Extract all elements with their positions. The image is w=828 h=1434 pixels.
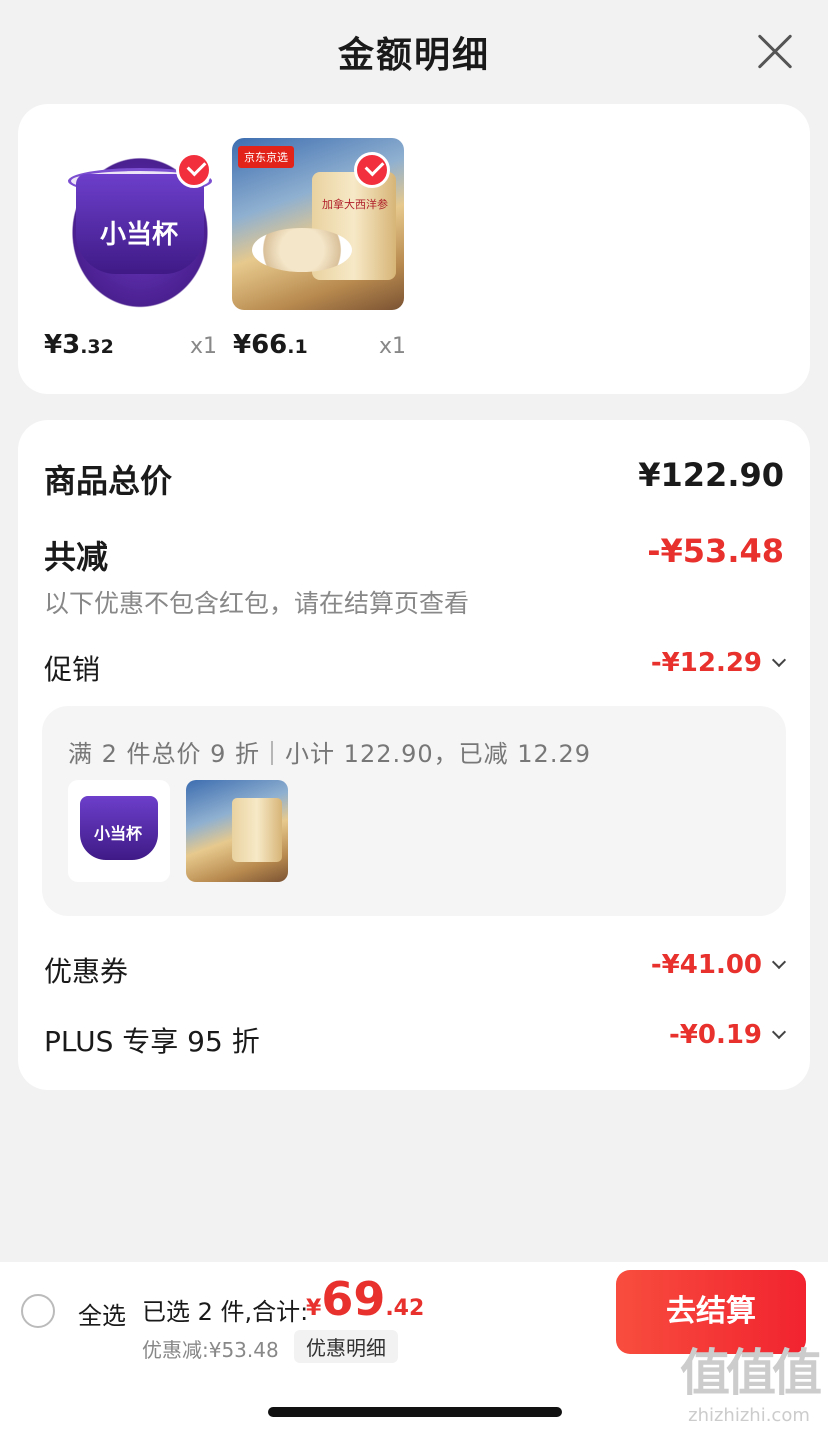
coupon-row[interactable]: 优惠券 -¥41.00	[44, 950, 787, 990]
product-image[interactable]: 小当杯	[54, 138, 226, 310]
selected-info: 已选 2 件,合计:	[142, 1298, 309, 1326]
product-can	[232, 798, 282, 862]
select-all-radio[interactable]	[21, 1294, 55, 1328]
product-brand: 小当杯	[94, 824, 143, 843]
watermark: 值值值 zhizhizhi.com	[680, 1344, 822, 1426]
plus-value: -¥0.19	[669, 1020, 787, 1050]
total-row: 商品总价 ¥122.90	[44, 456, 784, 502]
product-image[interactable]: 京东京选 加拿大西洋参	[232, 138, 404, 310]
checkmark-icon[interactable]	[176, 152, 212, 188]
select-all-label[interactable]: 全选	[78, 1296, 126, 1331]
bottom-bar: 全选 已选 2 件,合计: ¥69.42 优惠减:¥53.48 优惠明细 去结算…	[0, 1262, 828, 1434]
reduce-row: 共减 -¥53.48	[44, 532, 784, 578]
promo-detail-text: 满 2 件总价 9 折｜小计 122.90，已减 12.29	[68, 740, 591, 768]
plus-label: PLUS 专享 95 折	[44, 1025, 260, 1058]
price-detail-card: 商品总价 ¥122.90 共减 -¥53.48 以下优惠不包含红包，请在结算页查…	[18, 420, 810, 1090]
coupon-value: -¥41.00	[651, 950, 787, 980]
product-qty: x1	[190, 334, 218, 359]
product-qty: x1	[379, 334, 407, 359]
close-icon[interactable]	[756, 32, 794, 70]
plus-row[interactable]: PLUS 专享 95 折 -¥0.19	[44, 1020, 787, 1060]
product-slices	[252, 228, 352, 272]
product-card: 小当杯 京东京选 加拿大西洋参 ¥3.32 x1 ¥66.1 x1	[18, 104, 810, 394]
product-price: ¥3.32	[44, 330, 114, 360]
product-brand: 小当杯	[100, 220, 179, 250]
can-label: 加拿大西洋参	[322, 198, 388, 211]
total-label: 商品总价	[44, 462, 173, 500]
reduce-value: -¥53.48	[647, 532, 784, 570]
reduce-note: 以下优惠不包含红包，请在结算页查看	[44, 589, 470, 618]
page-title: 金额明细	[337, 35, 490, 76]
chevron-down-icon	[771, 954, 787, 970]
home-indicator	[268, 1407, 562, 1417]
promo-detail-box: 满 2 件总价 9 折｜小计 122.90，已减 12.29 小当杯	[42, 706, 786, 916]
chevron-down-icon	[771, 1024, 787, 1040]
product-tag: 京东京选	[238, 146, 294, 168]
promo-label: 促销	[44, 653, 101, 686]
chevron-down-icon	[771, 652, 787, 668]
product-price: ¥66.1	[233, 330, 308, 360]
total-amount: ¥69.42	[306, 1272, 425, 1326]
reduce-label: 共减	[44, 538, 109, 576]
coupon-label: 优惠券	[44, 955, 129, 988]
promo-row[interactable]: 促销 -¥12.29	[44, 648, 787, 688]
header: 金额明细	[0, 0, 828, 100]
total-value: ¥122.90	[638, 456, 784, 494]
promo-value: -¥12.29	[651, 648, 787, 678]
product-thumbnail[interactable]	[186, 780, 288, 882]
checkmark-icon[interactable]	[354, 152, 390, 188]
discount-detail-button[interactable]: 优惠明细	[294, 1330, 398, 1363]
product-thumbnail[interactable]: 小当杯	[68, 780, 170, 882]
discount-text: 优惠减:¥53.48	[142, 1338, 279, 1362]
